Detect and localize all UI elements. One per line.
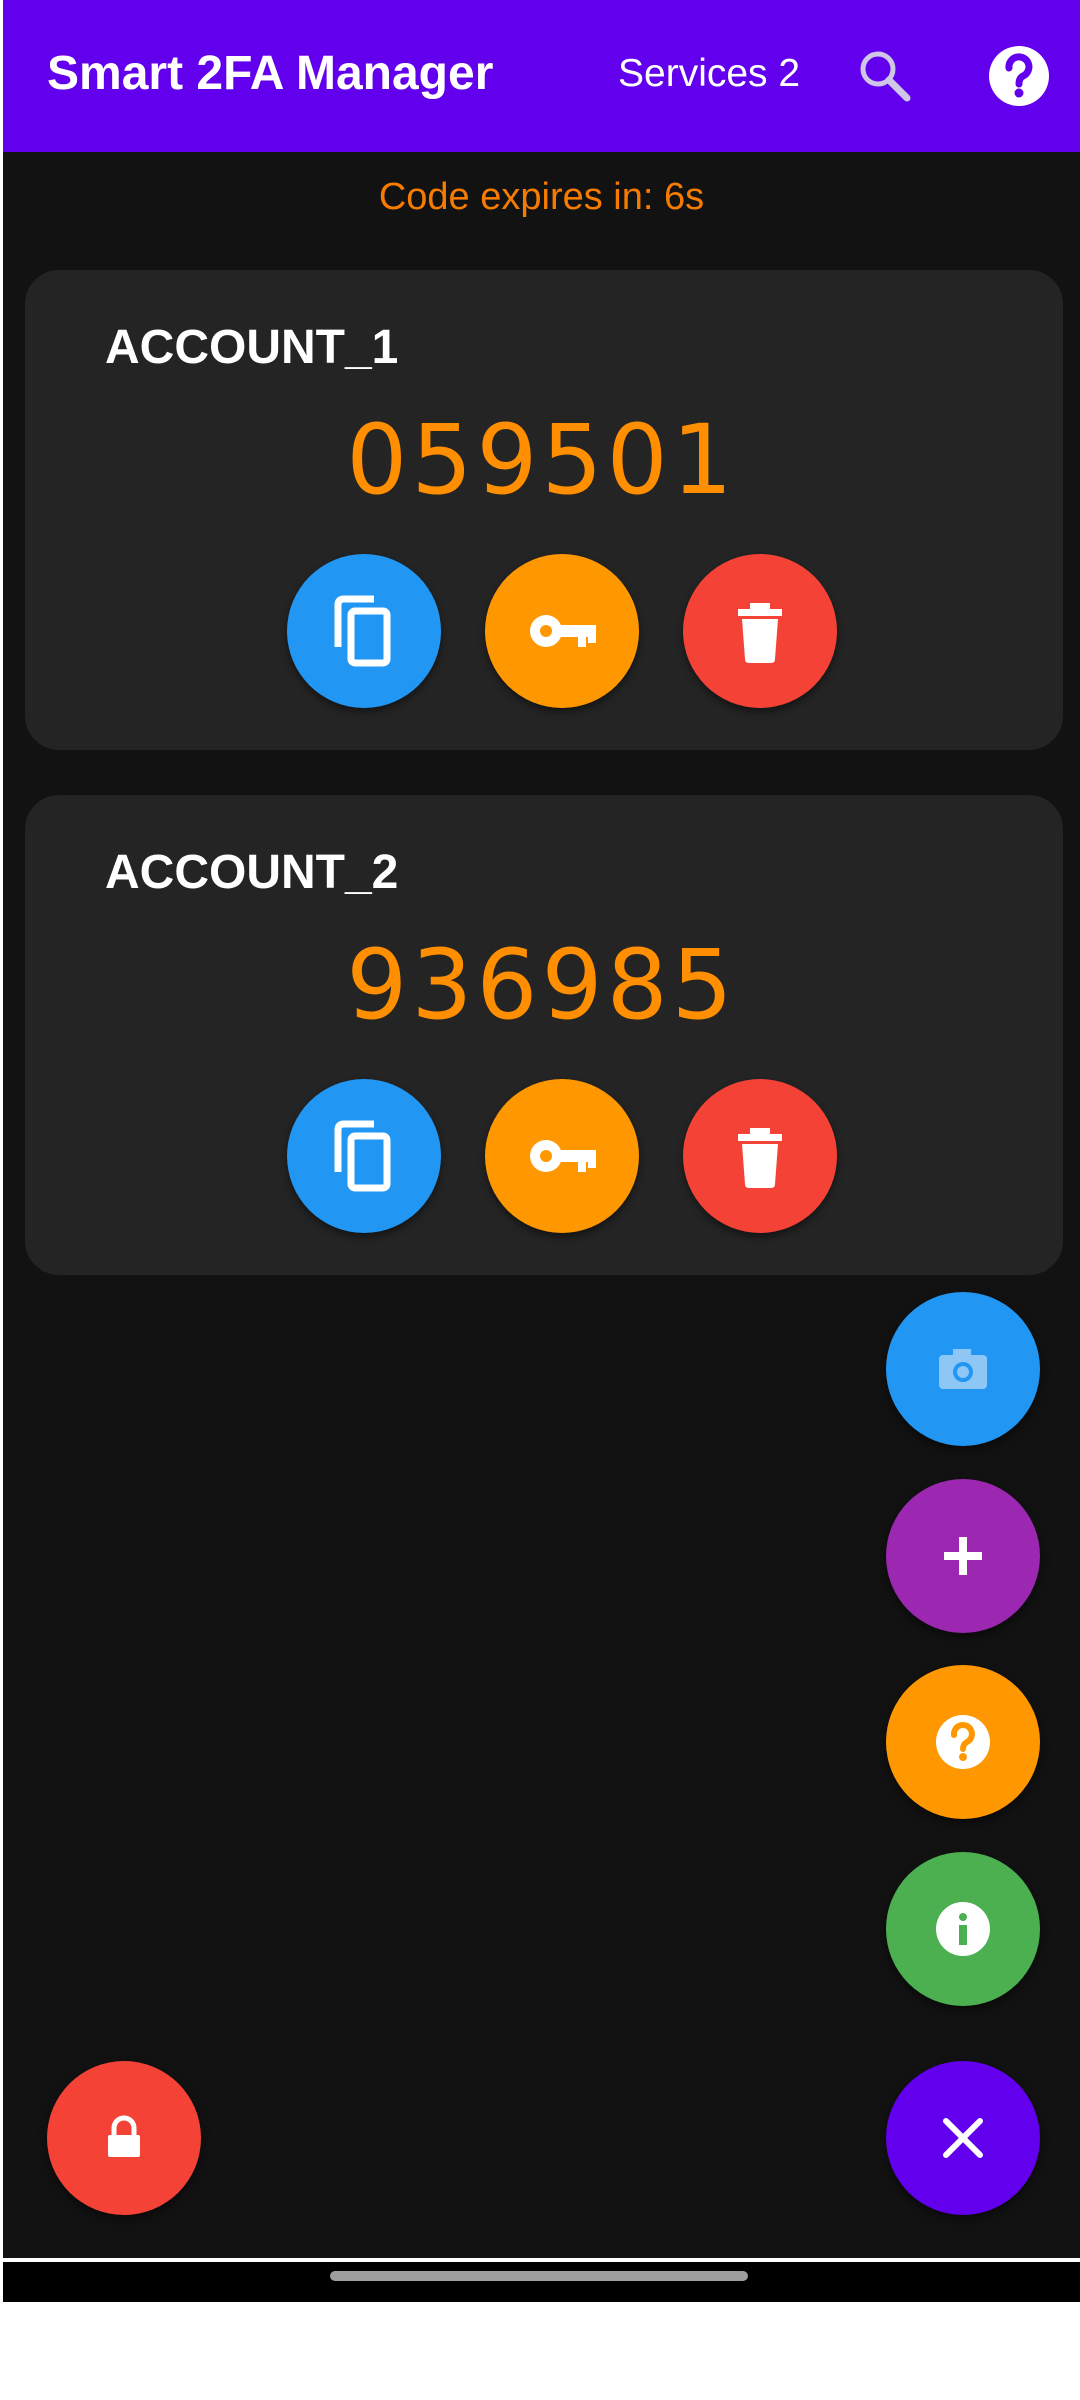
question-icon [936, 1715, 990, 1769]
lock-app-fab[interactable] [47, 2061, 201, 2215]
close-menu-fab[interactable] [886, 2061, 1040, 2215]
home-gesture-handle[interactable] [330, 2271, 748, 2281]
system-nav-bar [3, 2262, 1080, 2302]
copy-icon [334, 1120, 391, 1192]
copy-icon [334, 595, 391, 667]
copy-button[interactable] [287, 1079, 441, 1233]
camera-icon [939, 1349, 987, 1389]
copy-button[interactable] [287, 554, 441, 708]
key-icon [530, 615, 596, 647]
delete-icon [738, 603, 782, 663]
app-screen: Smart 2FA Manager Services 2 Code expire… [3, 0, 1080, 2258]
delete-button[interactable] [683, 554, 837, 708]
account-card: ACCOUNT_2 936985 [25, 795, 1063, 1275]
info-icon [936, 1902, 990, 1956]
help-icon [989, 46, 1049, 106]
search-button[interactable] [853, 44, 917, 108]
services-count-button[interactable]: Services 2 [618, 52, 800, 96]
lock-icon [108, 2115, 140, 2157]
account-name: ACCOUNT_2 [105, 846, 399, 899]
account-name: ACCOUNT_1 [105, 321, 399, 374]
code-expiry-timer: Code expires in: 6s [378, 176, 705, 218]
help-fab[interactable] [886, 1665, 1040, 1819]
scan-qr-fab[interactable] [886, 1292, 1040, 1446]
key-button[interactable] [485, 554, 639, 708]
account-card: ACCOUNT_1 059501 [25, 270, 1063, 750]
otp-code: 936985 [346, 929, 737, 1041]
info-fab[interactable] [886, 1852, 1040, 2006]
add-account-fab[interactable] [886, 1479, 1040, 1633]
help-button[interactable] [983, 40, 1055, 112]
otp-code: 059501 [346, 404, 737, 516]
key-button[interactable] [485, 1079, 639, 1233]
close-icon [943, 2118, 983, 2158]
plus-icon [944, 1537, 982, 1575]
app-title: Smart 2FA Manager [47, 47, 494, 100]
app-bar: Smart 2FA Manager Services 2 [3, 0, 1080, 152]
search-icon [860, 51, 911, 102]
key-icon [530, 1140, 596, 1172]
delete-icon [738, 1128, 782, 1188]
delete-button[interactable] [683, 1079, 837, 1233]
